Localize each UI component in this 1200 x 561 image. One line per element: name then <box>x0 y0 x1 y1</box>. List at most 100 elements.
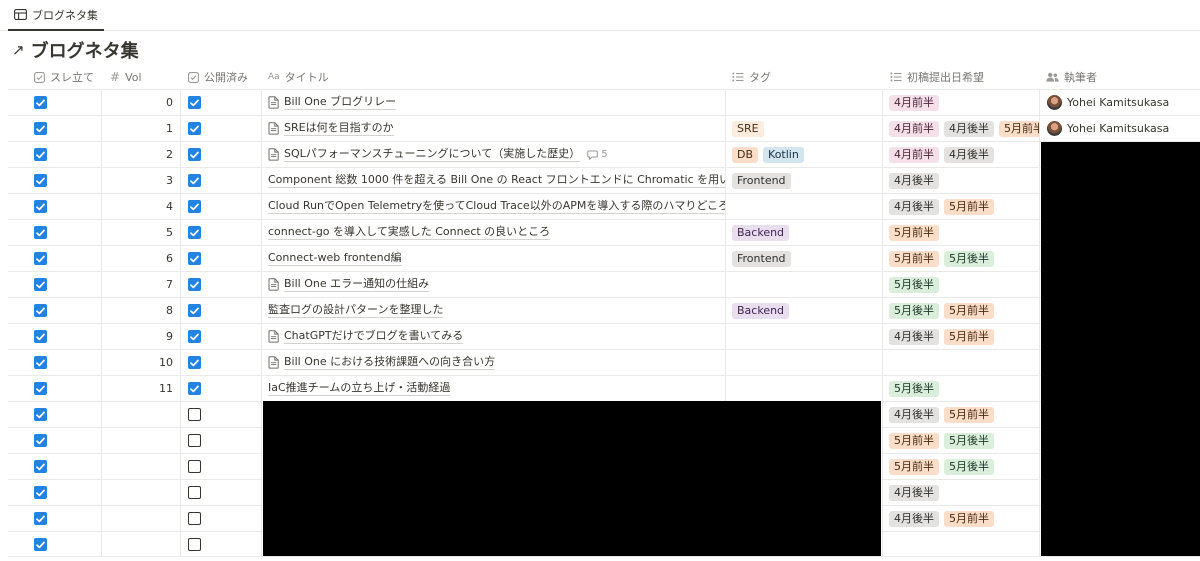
vol-cell[interactable]: 11 <box>102 376 181 401</box>
sure-checkbox[interactable] <box>34 538 47 551</box>
title-cell[interactable]: 監査ログの設計パターンを整理した <box>262 298 726 323</box>
title-cell[interactable]: SQLパフォーマンスチューニングについて（実施した歴史） 5 <box>262 142 726 167</box>
sure-checkbox[interactable] <box>34 174 47 187</box>
vol-cell[interactable] <box>102 402 181 427</box>
date-cell[interactable]: 5月後半 <box>883 376 1040 401</box>
tag-cell[interactable] <box>726 350 883 375</box>
table-row[interactable]: 2 SQLパフォーマンスチューニングについて（実施した歴史） 5 DB Kotlin 4月… <box>8 141 1200 167</box>
vol-cell[interactable]: 10 <box>102 350 181 375</box>
comment-count[interactable]: 5 <box>587 149 608 160</box>
column-header-published[interactable]: 公開済み <box>188 64 248 90</box>
tag-cell[interactable]: SRE <box>726 116 883 141</box>
tag-cell[interactable] <box>726 90 883 115</box>
title-cell[interactable]: Bill One ブログリレー <box>262 90 726 115</box>
column-header-tag[interactable]: タグ <box>732 64 771 90</box>
vol-cell[interactable]: 1 <box>102 116 181 141</box>
published-checkbox[interactable] <box>188 538 201 551</box>
sure-checkbox[interactable] <box>34 330 47 343</box>
table-row[interactable]: 1 SREは何を目指すのか SRE 4月前半 4月後半 5月前半 Yohei Kamitsu… <box>8 115 1200 141</box>
date-cell[interactable]: 4月後半 5月前半 <box>883 194 1040 219</box>
vol-cell[interactable] <box>102 480 181 505</box>
title-cell[interactable]: IaC推進チームの立ち上げ・活動経過 <box>262 376 726 401</box>
tag-cell[interactable]: Frontend <box>726 246 883 271</box>
published-checkbox[interactable] <box>188 486 201 499</box>
published-checkbox[interactable] <box>188 330 201 343</box>
vol-cell[interactable]: 6 <box>102 246 181 271</box>
published-checkbox[interactable] <box>188 226 201 239</box>
title-link[interactable]: Bill One ブログリレー <box>284 95 397 110</box>
date-cell[interactable]: 4月後半 <box>883 168 1040 193</box>
date-cell[interactable]: 4月前半 4月後半 <box>883 142 1040 167</box>
tag-cell[interactable]: Backend <box>726 220 883 245</box>
table-row[interactable]: 10 Bill One における技術課題への向き合い方 <box>8 349 1200 375</box>
title-cell[interactable]: Component 総数 1000 件を超える Bill One の React… <box>262 168 726 193</box>
date-cell[interactable]: 4月後半 <box>883 480 1040 505</box>
tag-cell[interactable] <box>726 194 883 219</box>
table-row[interactable]: 0 Bill One ブログリレー 4月前半 Yohei Kamitsukasa <box>8 89 1200 115</box>
title-link[interactable]: IaC推進チームの立ち上げ・活動経過 <box>268 381 451 396</box>
date-cell[interactable]: 4月前半 <box>883 90 1040 115</box>
column-header-title[interactable]: Aa タイトル <box>268 64 329 90</box>
published-checkbox[interactable] <box>188 96 201 109</box>
title-cell[interactable]: Bill One エラー通知の仕組み <box>262 272 726 297</box>
vol-cell[interactable]: 9 <box>102 324 181 349</box>
column-header-author[interactable]: 執筆者 <box>1046 64 1097 90</box>
table-row[interactable]: 7 Bill One エラー通知の仕組み 5月後半 <box>8 271 1200 297</box>
tag-cell[interactable]: Backend <box>726 298 883 323</box>
table-row[interactable]: 9 ChatGPTだけでブログを書いてみる 4月後半 5月前半 <box>8 323 1200 349</box>
published-checkbox[interactable] <box>188 200 201 213</box>
vol-cell[interactable] <box>102 506 181 531</box>
title-cell[interactable]: ChatGPTだけでブログを書いてみる <box>262 324 726 349</box>
tag-cell[interactable] <box>726 272 883 297</box>
tag-cell[interactable] <box>726 376 883 401</box>
author-cell[interactable]: Yohei Kamitsukasa <box>1040 116 1200 141</box>
date-cell[interactable]: 5月前半 5月後半 <box>883 454 1040 479</box>
date-cell[interactable]: 4月後半 5月前半 <box>883 506 1040 531</box>
column-header-vol[interactable]: # Vol <box>110 64 142 90</box>
vol-cell[interactable]: 7 <box>102 272 181 297</box>
sure-checkbox[interactable] <box>34 252 47 265</box>
published-checkbox[interactable] <box>188 382 201 395</box>
published-checkbox[interactable] <box>188 122 201 135</box>
table-row[interactable]: 6 Connect-web frontend編 Frontend 5月前半 5月後半 <box>8 245 1200 271</box>
vol-cell[interactable]: 0 <box>102 90 181 115</box>
date-cell[interactable] <box>883 350 1040 375</box>
published-checkbox[interactable] <box>188 408 201 421</box>
published-checkbox[interactable] <box>188 174 201 187</box>
vol-cell[interactable] <box>102 532 181 557</box>
table-row[interactable]: 4 Cloud RunでOpen Telemetryを使ってCloud Trace… <box>8 193 1200 219</box>
date-cell[interactable]: 5月後半 5月前半 <box>883 298 1040 323</box>
date-cell[interactable]: 4月後半 5月前半 <box>883 324 1040 349</box>
published-checkbox[interactable] <box>188 460 201 473</box>
published-checkbox[interactable] <box>188 148 201 161</box>
sure-checkbox[interactable] <box>34 486 47 499</box>
author-cell[interactable]: Yohei Kamitsukasa <box>1040 90 1200 115</box>
title-cell[interactable]: Bill One における技術課題への向き合い方 <box>262 350 726 375</box>
sure-checkbox[interactable] <box>34 460 47 473</box>
tag-cell[interactable] <box>726 324 883 349</box>
table-row[interactable]: 11 IaC推進チームの立ち上げ・活動経過 5月後半 <box>8 375 1200 401</box>
title-cell[interactable]: SREは何を目指すのか <box>262 116 726 141</box>
tab-table-view[interactable]: ブログネタ集 <box>8 0 104 31</box>
sure-checkbox[interactable] <box>34 278 47 291</box>
title-cell[interactable]: Connect-web frontend編 <box>262 246 726 271</box>
vol-cell[interactable]: 4 <box>102 194 181 219</box>
published-checkbox[interactable] <box>188 252 201 265</box>
sure-checkbox[interactable] <box>34 148 47 161</box>
title-link[interactable]: Connect-web frontend編 <box>268 251 402 266</box>
sure-checkbox[interactable] <box>34 356 47 369</box>
published-checkbox[interactable] <box>188 304 201 317</box>
published-checkbox[interactable] <box>188 356 201 369</box>
title-link[interactable]: SQLパフォーマンスチューニングについて（実施した歴史） <box>284 147 581 162</box>
date-cell[interactable]: 5月前半 5月後半 <box>883 428 1040 453</box>
date-cell[interactable]: 5月前半 <box>883 220 1040 245</box>
title-link[interactable]: ChatGPTだけでブログを書いてみる <box>284 329 464 344</box>
tag-cell[interactable]: Frontend <box>726 168 883 193</box>
published-checkbox[interactable] <box>188 278 201 291</box>
sure-checkbox[interactable] <box>34 96 47 109</box>
vol-cell[interactable] <box>102 428 181 453</box>
table-row[interactable]: 8 監査ログの設計パターンを整理した Backend 5月後半 5月前半 <box>8 297 1200 323</box>
date-cell[interactable]: 5月後半 <box>883 272 1040 297</box>
date-cell[interactable] <box>883 532 1040 557</box>
title-link[interactable]: Bill One における技術課題への向き合い方 <box>284 355 496 370</box>
